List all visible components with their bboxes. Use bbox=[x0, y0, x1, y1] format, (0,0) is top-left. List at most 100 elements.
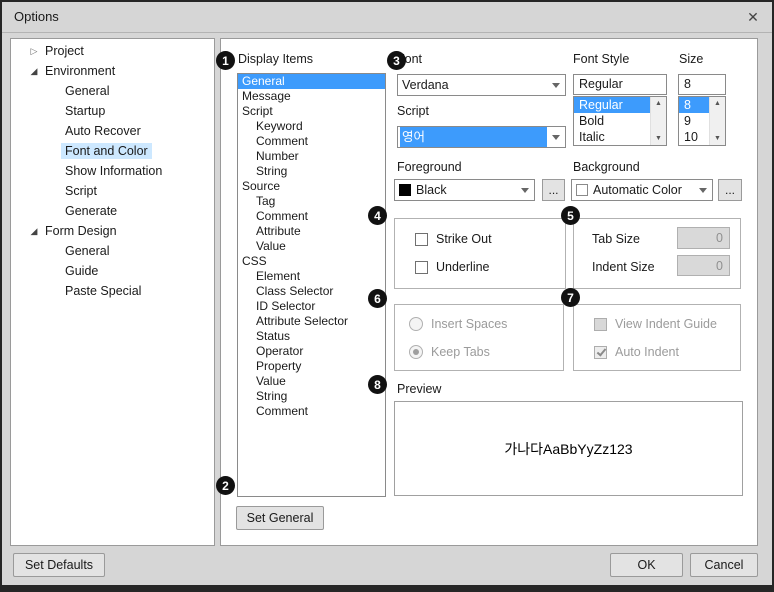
scrollbar[interactable]: ▲ ▼ bbox=[650, 97, 666, 145]
font-family-select[interactable]: Verdana bbox=[397, 74, 566, 96]
display-item-label: Script bbox=[242, 104, 273, 118]
annotation-badge-7: 7 bbox=[561, 288, 580, 307]
keep-tabs-radio[interactable] bbox=[409, 345, 423, 359]
set-general-button[interactable]: Set General bbox=[236, 506, 324, 530]
display-item[interactable]: Operator bbox=[238, 344, 385, 359]
tree-item[interactable]: ◢ Environment bbox=[11, 61, 214, 81]
chevron-down-icon bbox=[516, 188, 534, 193]
tree-item[interactable]: Auto Recover bbox=[11, 121, 214, 141]
cancel-button[interactable]: Cancel bbox=[690, 553, 758, 577]
display-item-label: Keyword bbox=[256, 119, 303, 133]
display-item[interactable]: Source bbox=[238, 179, 385, 194]
tab-size-field[interactable]: 0 bbox=[677, 227, 730, 249]
annotation-badge-6: 6 bbox=[368, 289, 387, 308]
tree-item[interactable]: Script bbox=[11, 181, 214, 201]
font-style-option-label: Bold bbox=[579, 114, 604, 128]
foreground-color-select[interactable]: Black bbox=[394, 179, 535, 201]
font-style-option-label: Regular bbox=[579, 98, 623, 112]
tree-item[interactable]: General bbox=[11, 81, 214, 101]
tree-expander-icon[interactable]: ▷ bbox=[27, 46, 41, 57]
tree-item[interactable]: General bbox=[11, 241, 214, 261]
size-list[interactable]: 8 9 10 ▲ ▼ bbox=[678, 96, 726, 146]
display-item[interactable]: Class Selector bbox=[238, 284, 385, 299]
tree-item-label: Project bbox=[41, 43, 88, 59]
tree-item-label: Script bbox=[61, 183, 101, 199]
category-tree: ▷ Project ◢ Environment General Startup … bbox=[10, 38, 215, 546]
display-item[interactable]: Number bbox=[238, 149, 385, 164]
tree-item[interactable]: Generate bbox=[11, 201, 214, 221]
scroll-up-icon[interactable]: ▲ bbox=[651, 97, 666, 110]
annotation-badge-3: 3 bbox=[387, 51, 406, 70]
size-option[interactable]: 10 bbox=[679, 129, 710, 145]
display-item[interactable]: Tag bbox=[238, 194, 385, 209]
display-item-label: Attribute Selector bbox=[256, 314, 348, 328]
display-item-label: Source bbox=[242, 179, 280, 193]
background-color-select[interactable]: Automatic Color bbox=[571, 179, 713, 201]
chevron-down-icon bbox=[694, 188, 712, 193]
strike-out-label: Strike Out bbox=[436, 232, 492, 246]
display-item[interactable]: Attribute bbox=[238, 224, 385, 239]
font-style-input[interactable]: Regular bbox=[573, 74, 667, 95]
tree-item[interactable]: Font and Color bbox=[11, 141, 214, 161]
display-item[interactable]: Comment bbox=[238, 134, 385, 149]
size-option[interactable]: 9 bbox=[679, 113, 710, 129]
ok-button[interactable]: OK bbox=[610, 553, 683, 577]
display-item[interactable]: String bbox=[238, 389, 385, 404]
display-item[interactable]: Comment bbox=[238, 404, 385, 419]
indent-size-label: Indent Size bbox=[592, 260, 655, 274]
tree-expander-icon[interactable]: ◢ bbox=[27, 66, 41, 77]
script-select[interactable]: 영어 bbox=[397, 126, 566, 148]
tree-item-label: General bbox=[61, 243, 113, 259]
tree-item[interactable]: Paste Special bbox=[11, 281, 214, 301]
tree-item[interactable]: Startup bbox=[11, 101, 214, 121]
indent-size-field[interactable]: 0 bbox=[677, 255, 730, 276]
background-value: Automatic Color bbox=[593, 181, 694, 199]
display-item-label: ID Selector bbox=[256, 299, 315, 313]
display-item[interactable]: General bbox=[238, 74, 385, 89]
scroll-down-icon[interactable]: ▼ bbox=[651, 132, 666, 145]
tree-item[interactable]: Guide bbox=[11, 261, 214, 281]
display-item[interactable]: ID Selector bbox=[238, 299, 385, 314]
display-item[interactable]: Keyword bbox=[238, 119, 385, 134]
annotation-badge-4: 4 bbox=[368, 206, 387, 225]
display-items-list[interactable]: General Message Script Keyword Comment N… bbox=[237, 73, 386, 497]
size-option[interactable]: 8 bbox=[679, 97, 710, 113]
display-item[interactable]: Message bbox=[238, 89, 385, 104]
display-item[interactable]: CSS bbox=[238, 254, 385, 269]
font-style-option[interactable]: Italic bbox=[574, 129, 651, 145]
tree-expander-icon[interactable]: ◢ bbox=[27, 226, 41, 237]
scroll-down-icon[interactable]: ▼ bbox=[710, 132, 725, 145]
display-item[interactable]: Script bbox=[238, 104, 385, 119]
tree-item[interactable]: ◢ Form Design bbox=[11, 221, 214, 241]
scrollbar[interactable]: ▲ ▼ bbox=[709, 97, 725, 145]
font-style-option[interactable]: Regular bbox=[574, 97, 651, 113]
font-style-option[interactable]: Bold bbox=[574, 113, 651, 129]
font-style-list[interactable]: Regular Bold Italic ▲ ▼ bbox=[573, 96, 667, 146]
tree-item-label: Show Information bbox=[61, 163, 166, 179]
foreground-more-button[interactable]: ... bbox=[542, 179, 565, 201]
chevron-down-icon bbox=[547, 83, 565, 88]
display-item[interactable]: Element bbox=[238, 269, 385, 284]
display-item-label: Class Selector bbox=[256, 284, 333, 298]
title-bar[interactable]: Options ✕ bbox=[2, 2, 772, 33]
tree-item[interactable]: ▷ Project bbox=[11, 41, 214, 61]
underline-checkbox[interactable] bbox=[415, 261, 428, 274]
preview-text: 가나다AaBbYyZz123 bbox=[504, 439, 632, 459]
display-item[interactable]: Comment bbox=[238, 209, 385, 224]
set-defaults-button[interactable]: Set Defaults bbox=[13, 553, 105, 577]
background-more-button[interactable]: ... bbox=[718, 179, 742, 201]
display-item[interactable]: Attribute Selector bbox=[238, 314, 385, 329]
tree-item[interactable]: Show Information bbox=[11, 161, 214, 181]
close-icon[interactable]: ✕ bbox=[738, 2, 768, 32]
display-item[interactable]: String bbox=[238, 164, 385, 179]
strike-out-checkbox[interactable] bbox=[415, 233, 428, 246]
display-item[interactable]: Value bbox=[238, 239, 385, 254]
size-input[interactable]: 8 bbox=[678, 74, 726, 95]
auto-indent-checkbox[interactable] bbox=[594, 346, 607, 359]
display-item[interactable]: Property bbox=[238, 359, 385, 374]
insert-spaces-radio[interactable] bbox=[409, 317, 423, 331]
scroll-up-icon[interactable]: ▲ bbox=[710, 97, 725, 110]
display-item[interactable]: Status bbox=[238, 329, 385, 344]
display-item[interactable]: Value bbox=[238, 374, 385, 389]
view-indent-guide-checkbox[interactable] bbox=[594, 318, 607, 331]
